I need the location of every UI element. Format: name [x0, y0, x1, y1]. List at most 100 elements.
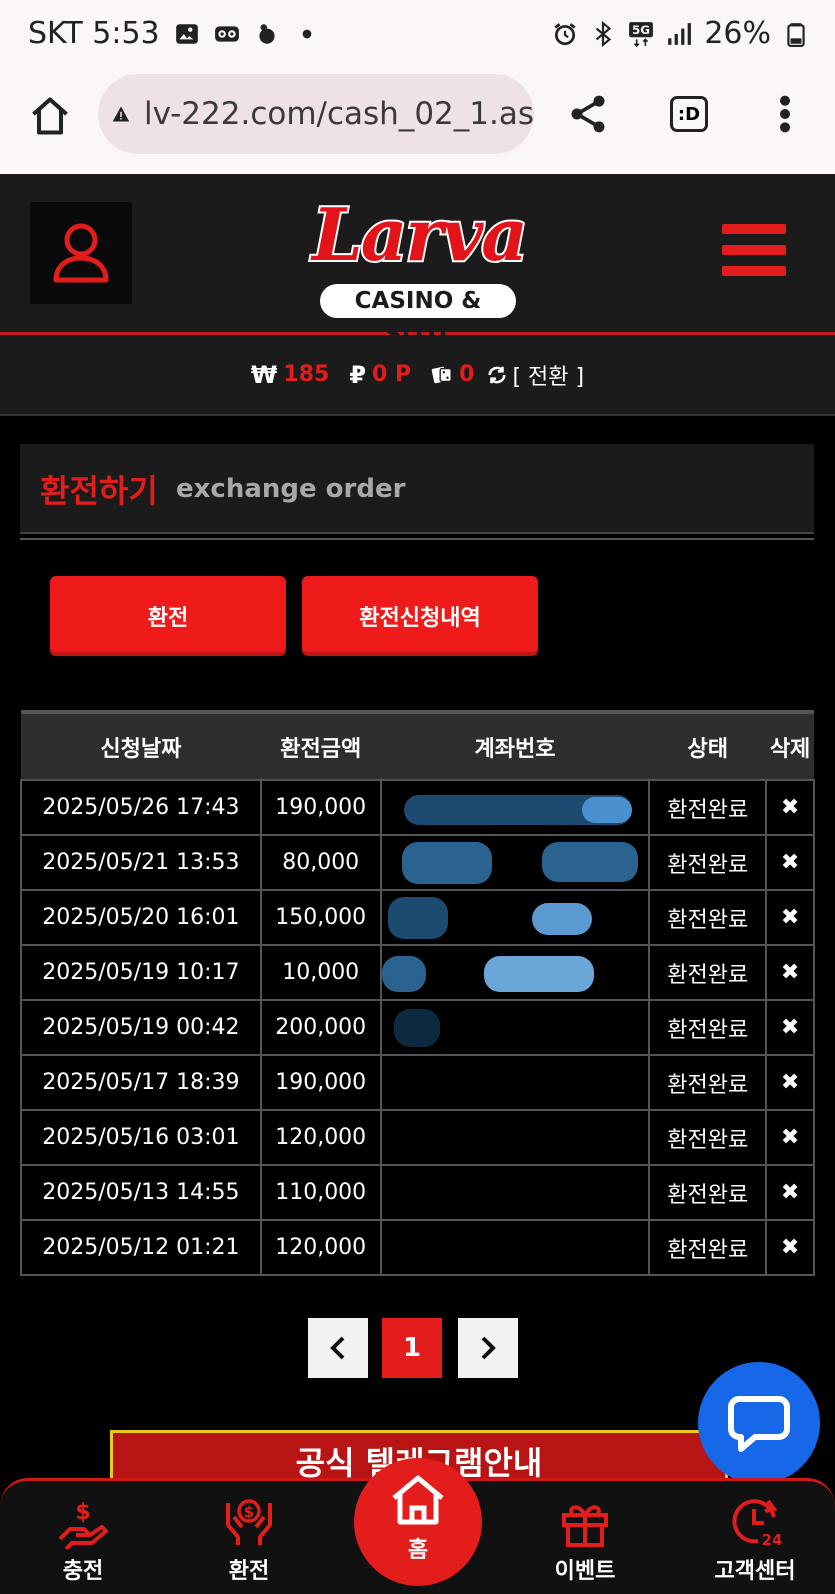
row-amount: 200,000 [259, 999, 382, 1056]
row-amount: 120,000 [259, 1109, 382, 1166]
row-status: 환전완료 [648, 834, 768, 891]
row-date: 2025/05/12 01:21 [20, 1219, 262, 1276]
point-value: 0 P [372, 362, 412, 387]
convert-label[interactable]: [ 전환 ] [512, 359, 584, 391]
page-title-box: 환전하기 exchange order [20, 444, 814, 534]
bixby-icon [259, 23, 275, 44]
voicemail-icon [214, 25, 239, 42]
header-delete: 삭제 [769, 736, 811, 762]
nav-support[interactable]: 24 고객센터 [696, 1495, 814, 1585]
delete-icon[interactable]: ✖ [765, 889, 815, 946]
hamburger-menu-icon[interactable] [722, 224, 786, 280]
nav-charge[interactable]: $ 충전 [28, 1495, 138, 1585]
row-status: 환전완료 [648, 889, 768, 946]
row-date: 2025/05/13 14:55 [20, 1164, 262, 1221]
row-amount: 10,000 [259, 944, 382, 1001]
header-status: 상태 [687, 736, 728, 762]
delete-icon[interactable]: ✖ [765, 834, 815, 891]
row-date: 2025/05/21 13:53 [20, 834, 262, 891]
signal-icon [668, 22, 692, 45]
chevron-left-icon [330, 1336, 345, 1360]
row-account-redacted [379, 1054, 651, 1111]
chevron-right-icon [481, 1336, 496, 1360]
row-account-redacted [379, 834, 651, 891]
row-account-redacted [379, 889, 651, 946]
live-chat-button[interactable] [698, 1362, 820, 1484]
svg-text:24: 24 [762, 1531, 782, 1549]
browser-toolbar: lv-222.com/cash_02_1.as :D [0, 70, 835, 174]
table-row: 2025/05/20 16:01 150,000 환전완료 ✖ [20, 889, 815, 946]
header-date: 신청날짜 [100, 736, 182, 762]
table-row: 2025/05/19 00:42 200,000 환전완료 ✖ [20, 999, 815, 1056]
delete-icon[interactable]: ✖ [765, 779, 815, 836]
url-text[interactable]: lv-222.com/cash_02_1.as [144, 96, 534, 132]
row-status: 환전완료 [648, 999, 768, 1056]
row-date: 2025/05/17 18:39 [20, 1054, 262, 1111]
divider [20, 538, 814, 540]
bluetooth-icon [596, 20, 612, 47]
browser-home-icon[interactable] [28, 94, 72, 138]
delete-icon[interactable]: ✖ [765, 1109, 815, 1166]
delete-icon[interactable]: ✖ [765, 1164, 815, 1221]
nav-home[interactable]: 홈 [354, 1458, 482, 1586]
point-balance: ₽ 0 P [349, 361, 411, 389]
table-row: 2025/05/21 13:53 80,000 환전완료 ✖ [20, 834, 815, 891]
5g-icon: 5G [629, 21, 654, 47]
delete-icon[interactable]: ✖ [765, 999, 815, 1056]
svg-text:$: $ [244, 1503, 254, 1521]
user-icon [53, 223, 109, 283]
table-row: 2025/05/16 03:01 120,000 환전완료 ✖ [20, 1109, 815, 1166]
page-1-button[interactable]: 1 [382, 1318, 442, 1378]
svg-text:$: $ [75, 1500, 90, 1525]
nav-event-label: 이벤트 [554, 1559, 616, 1584]
url-bar[interactable]: lv-222.com/cash_02_1.as [98, 74, 534, 154]
row-account-redacted [379, 779, 651, 836]
next-page-button[interactable] [458, 1318, 518, 1378]
table-header-row: 신청날짜 환전금액 계좌번호 상태 삭제 [21, 712, 814, 780]
refresh-icon [488, 366, 507, 383]
carrier-time: SKT 5:53 [28, 16, 160, 51]
chip-balance: 0 [431, 362, 474, 387]
pagination: 1 [308, 1318, 518, 1378]
deposit-icon: $ [58, 1500, 108, 1549]
delete-icon[interactable]: ✖ [765, 944, 815, 1001]
balance-bar: ₩ 185 ₽ 0 P 0 [ 전환 ] [0, 335, 835, 416]
row-date: 2025/05/16 03:01 [20, 1109, 262, 1166]
nav-home-label: 홈 [407, 1538, 429, 1563]
nav-exchange-label: 환전 [228, 1559, 270, 1584]
more-options-icon[interactable] [776, 94, 794, 134]
row-date: 2025/05/19 00:42 [20, 999, 262, 1056]
table-row: 2025/05/26 17:43 190,000 환전완료 ✖ [20, 779, 815, 836]
tabs-button[interactable]: :D [670, 96, 708, 132]
tab-exchange[interactable]: 환전 [50, 576, 286, 656]
convert-button[interactable]: [ 전환 ] [486, 359, 584, 391]
nav-charge-label: 충전 [62, 1559, 104, 1584]
cash-value: 185 [283, 362, 330, 387]
exchange-history-table: 신청날짜 환전금액 계좌번호 상태 삭제 2025/05/26 17:43 19… [20, 710, 815, 1276]
row-status: 환전완료 [648, 1219, 768, 1276]
nav-exchange[interactable]: $ 환전 [194, 1495, 304, 1585]
share-icon[interactable] [566, 92, 610, 136]
table-row: 2025/05/12 01:21 120,000 환전완료 ✖ [20, 1219, 815, 1276]
row-status: 환전완료 [648, 1164, 768, 1221]
dice-icon [431, 366, 452, 383]
point-icon: ₽ [349, 360, 367, 389]
delete-icon[interactable]: ✖ [765, 1054, 815, 1111]
tab-exchange-history[interactable]: 환전신청내역 [302, 576, 538, 656]
site-logo[interactable]: Larva CASINO & SLOT [306, 180, 532, 348]
row-account-redacted [379, 1219, 651, 1276]
user-button[interactable] [30, 202, 132, 304]
table-body: 2025/05/26 17:43 190,000 환전완료 ✖ 2025/05/… [20, 779, 815, 1276]
svg-text:5G: 5G [632, 23, 650, 37]
row-status: 환전완료 [648, 944, 768, 1001]
withdraw-icon: $ [226, 1499, 272, 1545]
delete-icon[interactable]: ✖ [765, 1219, 815, 1276]
home-icon [392, 1475, 444, 1525]
row-account-redacted [379, 1109, 651, 1166]
nav-event[interactable]: 이벤트 [530, 1495, 640, 1585]
site-header: Larva CASINO & SLOT [0, 174, 835, 348]
row-account-redacted [379, 999, 651, 1056]
prev-page-button[interactable] [308, 1318, 368, 1378]
warning-icon[interactable] [112, 96, 130, 132]
cash-balance: ₩ 185 [251, 361, 329, 389]
